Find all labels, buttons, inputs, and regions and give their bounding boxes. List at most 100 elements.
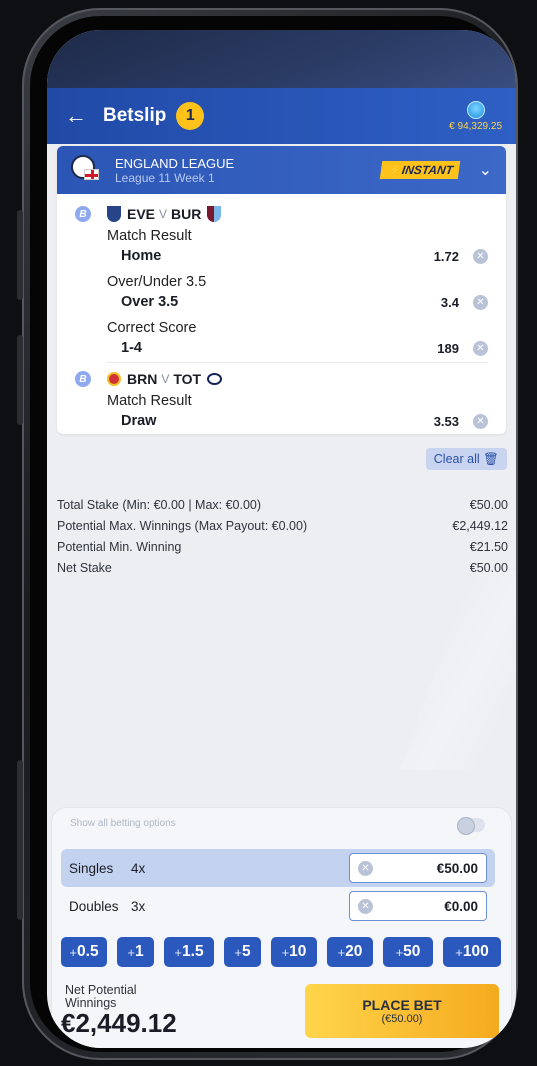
summary-row: Total Stake (Min: €0.00 | Max: €0.00) €5… <box>57 494 508 515</box>
bet-type-icon: B <box>75 371 91 387</box>
selection-name: Home <box>121 248 162 264</box>
bet-card: ENGLAND LEAGUE League 11 Week 1 ⚡INSTANT… <box>57 146 506 434</box>
stake-multiplier: 3x <box>131 898 146 914</box>
summary-label: Potential Max. Winnings (Max Payout: €0.… <box>57 518 308 533</box>
quick-stake-button[interactable]: +0.5 <box>61 937 107 967</box>
summary-row: Potential Min. Winning €21.50 <box>57 536 508 557</box>
clear-all-label: Clear all <box>433 452 480 466</box>
odds: 189 <box>437 340 459 356</box>
stake-type: Singles <box>69 860 114 876</box>
doubles-stake-row[interactable]: Doubles 3x ✕ €0.00 <box>61 887 495 925</box>
app-screen: ← Betslip 1 € 94,329.25 ENGLAND LEAGUE L… <box>47 30 516 1048</box>
market-name: Over/Under 3.5 <box>107 274 207 290</box>
soccer-ball-icon <box>71 155 101 185</box>
divider <box>107 362 488 363</box>
remove-selection-icon[interactable]: ✕ <box>473 294 488 310</box>
league-week: League 11 Week 1 <box>115 170 215 185</box>
glass-reflection <box>399 570 516 770</box>
doubles-stake-input[interactable]: ✕ €0.00 <box>349 891 487 921</box>
singles-stake-row[interactable]: Singles 4x ✕ €50.00 <box>61 849 495 887</box>
bet-type-icon: B <box>75 206 91 222</box>
home-team: BRN <box>127 371 158 387</box>
tottenham-crest-icon <box>207 373 223 385</box>
show-all-options-label: Show all betting options <box>70 818 176 829</box>
quick-stake-button[interactable]: +10 <box>271 937 317 967</box>
page-title: Betslip <box>103 105 167 126</box>
balance[interactable]: € 94,329.25 <box>449 100 502 132</box>
market-name: Correct Score <box>107 320 197 336</box>
everton-crest-icon <box>107 206 121 222</box>
net-potential-label: Net Potential Winnings <box>65 983 137 1010</box>
place-bet-button[interactable]: PLACE BET (€50.00) <box>305 984 499 1038</box>
match-brn-tot: B BRN V TOT Match Result Draw 3.53 ✕ <box>57 367 506 431</box>
trash-icon: 🗑 <box>483 451 499 466</box>
match-teams: BRN V TOT <box>107 367 488 391</box>
selection-row: Draw 3.53 ✕ <box>107 411 488 431</box>
status-bar-area <box>47 30 516 90</box>
net-potential-value: €2,449.12 <box>61 1008 177 1038</box>
quick-stake-button[interactable]: +1.5 <box>164 937 214 967</box>
summary-label: Potential Min. Winning <box>57 539 182 554</box>
stake-multiplier: 4x <box>131 860 146 876</box>
selection-row: Home 1.72 ✕ <box>107 246 488 266</box>
odds: 3.4 <box>440 294 459 310</box>
remove-selection-icon[interactable]: ✕ <box>473 413 488 429</box>
instant-badge: ⚡INSTANT <box>379 161 460 179</box>
quick-stake-button[interactable]: +100 <box>443 937 501 967</box>
summary-value: €50.00 <box>469 497 508 512</box>
away-team: BUR <box>171 206 202 222</box>
stake-summary: Total Stake (Min: €0.00 | Max: €0.00) €5… <box>57 494 508 578</box>
versus: V <box>161 372 170 386</box>
market-name: Match Result <box>107 393 192 409</box>
bet-count-badge: 1 <box>176 102 205 130</box>
selection-row: Over 3.5 3.4 ✕ <box>107 292 488 312</box>
singles-stake-input[interactable]: ✕ €50.00 <box>349 853 487 883</box>
chevron-down-icon[interactable]: ⌄ <box>479 160 492 180</box>
balance-amount: € 94,329.25 <box>449 120 502 132</box>
remove-selection-icon[interactable]: ✕ <box>473 340 488 356</box>
arrow-left-icon[interactable]: ← <box>65 103 95 129</box>
quick-stake-button[interactable]: +1 <box>117 937 154 967</box>
show-all-options-toggle[interactable] <box>457 817 485 835</box>
burnley-crest-icon <box>207 206 222 222</box>
betslip-header: ← Betslip 1 € 94,329.25 <box>47 88 516 144</box>
avatar[interactable] <box>466 100 485 119</box>
market-name: Match Result <box>107 228 192 244</box>
quick-stake-button[interactable]: +50 <box>383 937 433 967</box>
place-bet-amount: (€50.00) <box>381 1013 423 1025</box>
selection-name: Draw <box>121 413 157 429</box>
summary-value: €2,449.12 <box>452 518 508 533</box>
odds: 1.72 <box>433 248 459 264</box>
side-button <box>17 760 23 920</box>
stake-type: Doubles <box>69 898 119 914</box>
stake-value: €50.00 <box>436 860 478 876</box>
remove-selection-icon[interactable]: ✕ <box>473 248 488 264</box>
summary-row: Potential Max. Winnings (Max Payout: €0.… <box>57 515 508 536</box>
match-eve-bur: B EVE V BUR Match Result Home 1.72 ✕ Ove… <box>57 202 506 358</box>
away-team: TOT <box>173 371 202 387</box>
versus: V <box>159 207 168 221</box>
quick-stake-button[interactable]: +5 <box>224 937 261 967</box>
match-teams: EVE V BUR <box>107 202 488 226</box>
quick-stake-button[interactable]: +20 <box>327 937 373 967</box>
volume-down-button <box>17 335 23 425</box>
clear-all-button[interactable]: Clear all 🗑 <box>425 448 507 470</box>
summary-label: Total Stake (Min: €0.00 | Max: €0.00) <box>57 497 262 512</box>
clear-stake-icon[interactable]: ✕ <box>358 898 373 914</box>
summary-value: €21.50 <box>469 539 508 554</box>
selection-name: Over 3.5 <box>121 294 179 310</box>
selection-row: 1-4 189 ✕ <box>107 338 488 358</box>
odds: 3.53 <box>433 413 459 429</box>
stake-value: €0.00 <box>444 898 478 914</box>
league-name: ENGLAND LEAGUE <box>115 155 235 171</box>
brentford-crest-icon <box>107 372 121 386</box>
summary-row: Net Stake €50.00 <box>57 557 508 578</box>
england-flag-icon <box>84 169 99 180</box>
league-header[interactable]: ENGLAND LEAGUE League 11 Week 1 ⚡INSTANT… <box>57 146 506 194</box>
volume-up-button <box>17 210 23 300</box>
clear-stake-icon[interactable]: ✕ <box>358 860 373 876</box>
home-team: EVE <box>127 206 156 222</box>
quick-stake-buttons: +0.5 +1 +1.5 +5 +10 +20 +50 +100 <box>61 937 501 967</box>
place-bet-label: PLACE BET <box>362 997 442 1013</box>
selection-name: 1-4 <box>121 340 142 356</box>
